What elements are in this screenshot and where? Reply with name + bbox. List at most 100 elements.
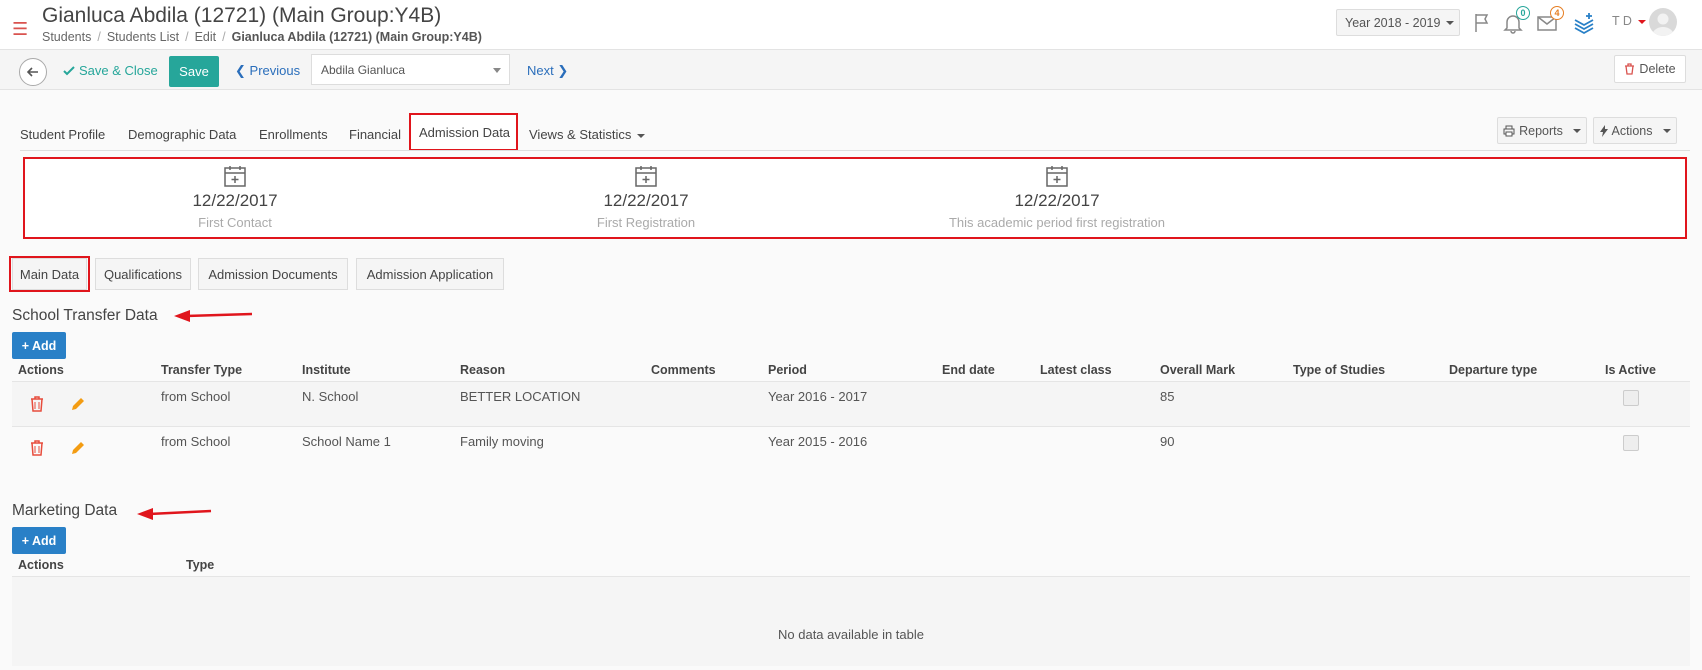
envelope-icon[interactable]: 4 (1535, 6, 1564, 35)
is-active-checkbox[interactable] (1623, 435, 1639, 451)
red-arrow-icon (137, 508, 212, 520)
tab-views-statistics-label: Views & Statistics (529, 127, 632, 142)
column-header[interactable]: Comments (651, 363, 716, 377)
chevron-down-icon (493, 68, 501, 73)
avatar[interactable] (1649, 8, 1677, 36)
period-cell: Year 2015 - 2016 (768, 434, 868, 449)
subtab-admission-application[interactable]: Admission Application (356, 258, 504, 290)
column-header[interactable]: Type (186, 558, 214, 572)
subtab-admission-documents[interactable]: Admission Documents (198, 258, 348, 290)
school-transfer-title: School Transfer Data (12, 307, 158, 324)
pencil-icon[interactable] (71, 441, 85, 455)
trash-icon[interactable] (30, 440, 44, 456)
tab-financial[interactable]: Financial (349, 127, 401, 142)
breadcrumb-separator: / (97, 30, 101, 44)
column-header[interactable]: Period (768, 363, 807, 377)
student-select[interactable]: Abdila Gianluca (311, 54, 510, 85)
transfer-type-cell: from School (161, 389, 231, 404)
stat-label: This academic period first registration (948, 215, 1166, 230)
column-header[interactable]: Type of Studies (1293, 363, 1385, 377)
stat-label: First Contact (198, 215, 272, 230)
breadcrumb-students[interactable]: Students (42, 30, 91, 44)
column-header: Actions (18, 363, 64, 377)
delete-button[interactable]: Delete (1614, 55, 1686, 83)
breadcrumb-separator: / (185, 30, 189, 44)
save-close-label: Save & Close (79, 63, 158, 78)
trash-icon[interactable] (30, 396, 44, 412)
stat-first-contact: 12/22/2017 First Contact (85, 164, 385, 230)
tab-demographic-data[interactable]: Demographic Data (128, 127, 236, 142)
save-close-button[interactable]: Save & Close (63, 63, 158, 78)
empty-table-area (12, 576, 1690, 666)
add-school-transfer-button[interactable]: + Add (12, 332, 66, 359)
no-data-message: No data available in table (778, 627, 924, 642)
save-button[interactable]: Save (169, 56, 219, 87)
flag-icon[interactable] (1471, 11, 1495, 35)
column-header[interactable]: Departure type (1449, 363, 1537, 377)
add-label: Add (32, 338, 57, 353)
arrow-left-icon (26, 67, 38, 77)
institute-cell: N. School (302, 389, 359, 404)
user-menu[interactable]: T D (1612, 14, 1646, 28)
calendar-plus-icon (635, 166, 657, 187)
pencil-icon[interactable] (71, 397, 85, 411)
institute-cell: School Name 1 (302, 434, 391, 449)
check-icon (63, 65, 75, 75)
hamburger-menu-icon[interactable]: ☰ (12, 20, 28, 38)
column-header[interactable]: Latest class (1040, 363, 1112, 377)
chevron-down-icon (1637, 19, 1646, 24)
stat-period-first-registration: 12/22/2017 This academic period first re… (907, 164, 1207, 230)
add-label: Add (32, 533, 57, 548)
tab-enrollments[interactable]: Enrollments (259, 127, 328, 142)
next-link[interactable]: Next ❯ (527, 63, 568, 79)
stat-date: 12/22/2017 (192, 191, 278, 210)
bell-icon[interactable]: 0 (1501, 6, 1530, 35)
column-header[interactable]: End date (942, 363, 995, 377)
year-select[interactable]: Year 2018 - 2019 (1336, 9, 1460, 36)
breadcrumb-separator: / (222, 30, 226, 44)
previous-label: Previous (249, 63, 301, 78)
back-button[interactable] (19, 58, 47, 86)
notifications-badge: 0 (1516, 6, 1530, 20)
actions-button[interactable]: Actions (1593, 117, 1677, 144)
student-select-value: Abdila Gianluca (321, 63, 406, 77)
stat-label: First Registration (596, 215, 696, 230)
column-header[interactable]: Transfer Type (161, 363, 242, 377)
chevron-down-icon (637, 133, 646, 138)
red-arrow-icon (174, 310, 252, 322)
actions-label: Actions (1611, 123, 1653, 138)
trash-icon (1625, 63, 1635, 75)
calendar-plus-icon (1046, 166, 1068, 187)
stat-date: 12/22/2017 (603, 191, 689, 210)
column-header[interactable]: Institute (302, 363, 351, 377)
layers-plus-icon[interactable] (1572, 11, 1596, 35)
chevron-right-icon: ❯ (557, 63, 569, 78)
tab-admission-data[interactable]: Admission Data (419, 125, 510, 140)
column-header: Actions (18, 558, 64, 572)
overall-mark-cell: 90 (1160, 434, 1175, 449)
stat-first-registration: 12/22/2017 First Registration (496, 164, 796, 230)
add-marketing-button[interactable]: + Add (12, 527, 66, 554)
transfer-type-cell: from School (161, 434, 231, 449)
chevron-down-icon (1446, 20, 1455, 25)
reason-cell: BETTER LOCATION (460, 389, 581, 404)
next-label: Next (527, 63, 554, 78)
is-active-checkbox[interactable] (1623, 390, 1639, 406)
column-header[interactable]: Overall Mark (1160, 363, 1235, 377)
calendar-plus-icon (224, 166, 246, 187)
subtab-qualifications[interactable]: Qualifications (95, 258, 191, 290)
user-initials: T D (1612, 14, 1632, 28)
plus-icon: + (21, 533, 29, 548)
column-header[interactable]: Reason (460, 363, 505, 377)
previous-link[interactable]: ❮ Previous (235, 63, 300, 79)
tab-student-profile[interactable]: Student Profile (20, 127, 105, 142)
reports-button[interactable]: Reports (1497, 117, 1587, 144)
breadcrumb-current: Gianluca Abdila (12721) (Main Group:Y4B) (231, 30, 482, 44)
reports-label: Reports (1519, 123, 1563, 138)
column-header[interactable]: Is Active (1605, 363, 1656, 377)
breadcrumb-edit[interactable]: Edit (195, 30, 217, 44)
breadcrumb-students-list[interactable]: Students List (107, 30, 179, 44)
breadcrumb: Students / Students List / Edit / Gianluca … (42, 30, 482, 44)
reason-cell: Family moving (460, 434, 544, 449)
tab-views-statistics[interactable]: Views & Statistics (529, 127, 646, 142)
